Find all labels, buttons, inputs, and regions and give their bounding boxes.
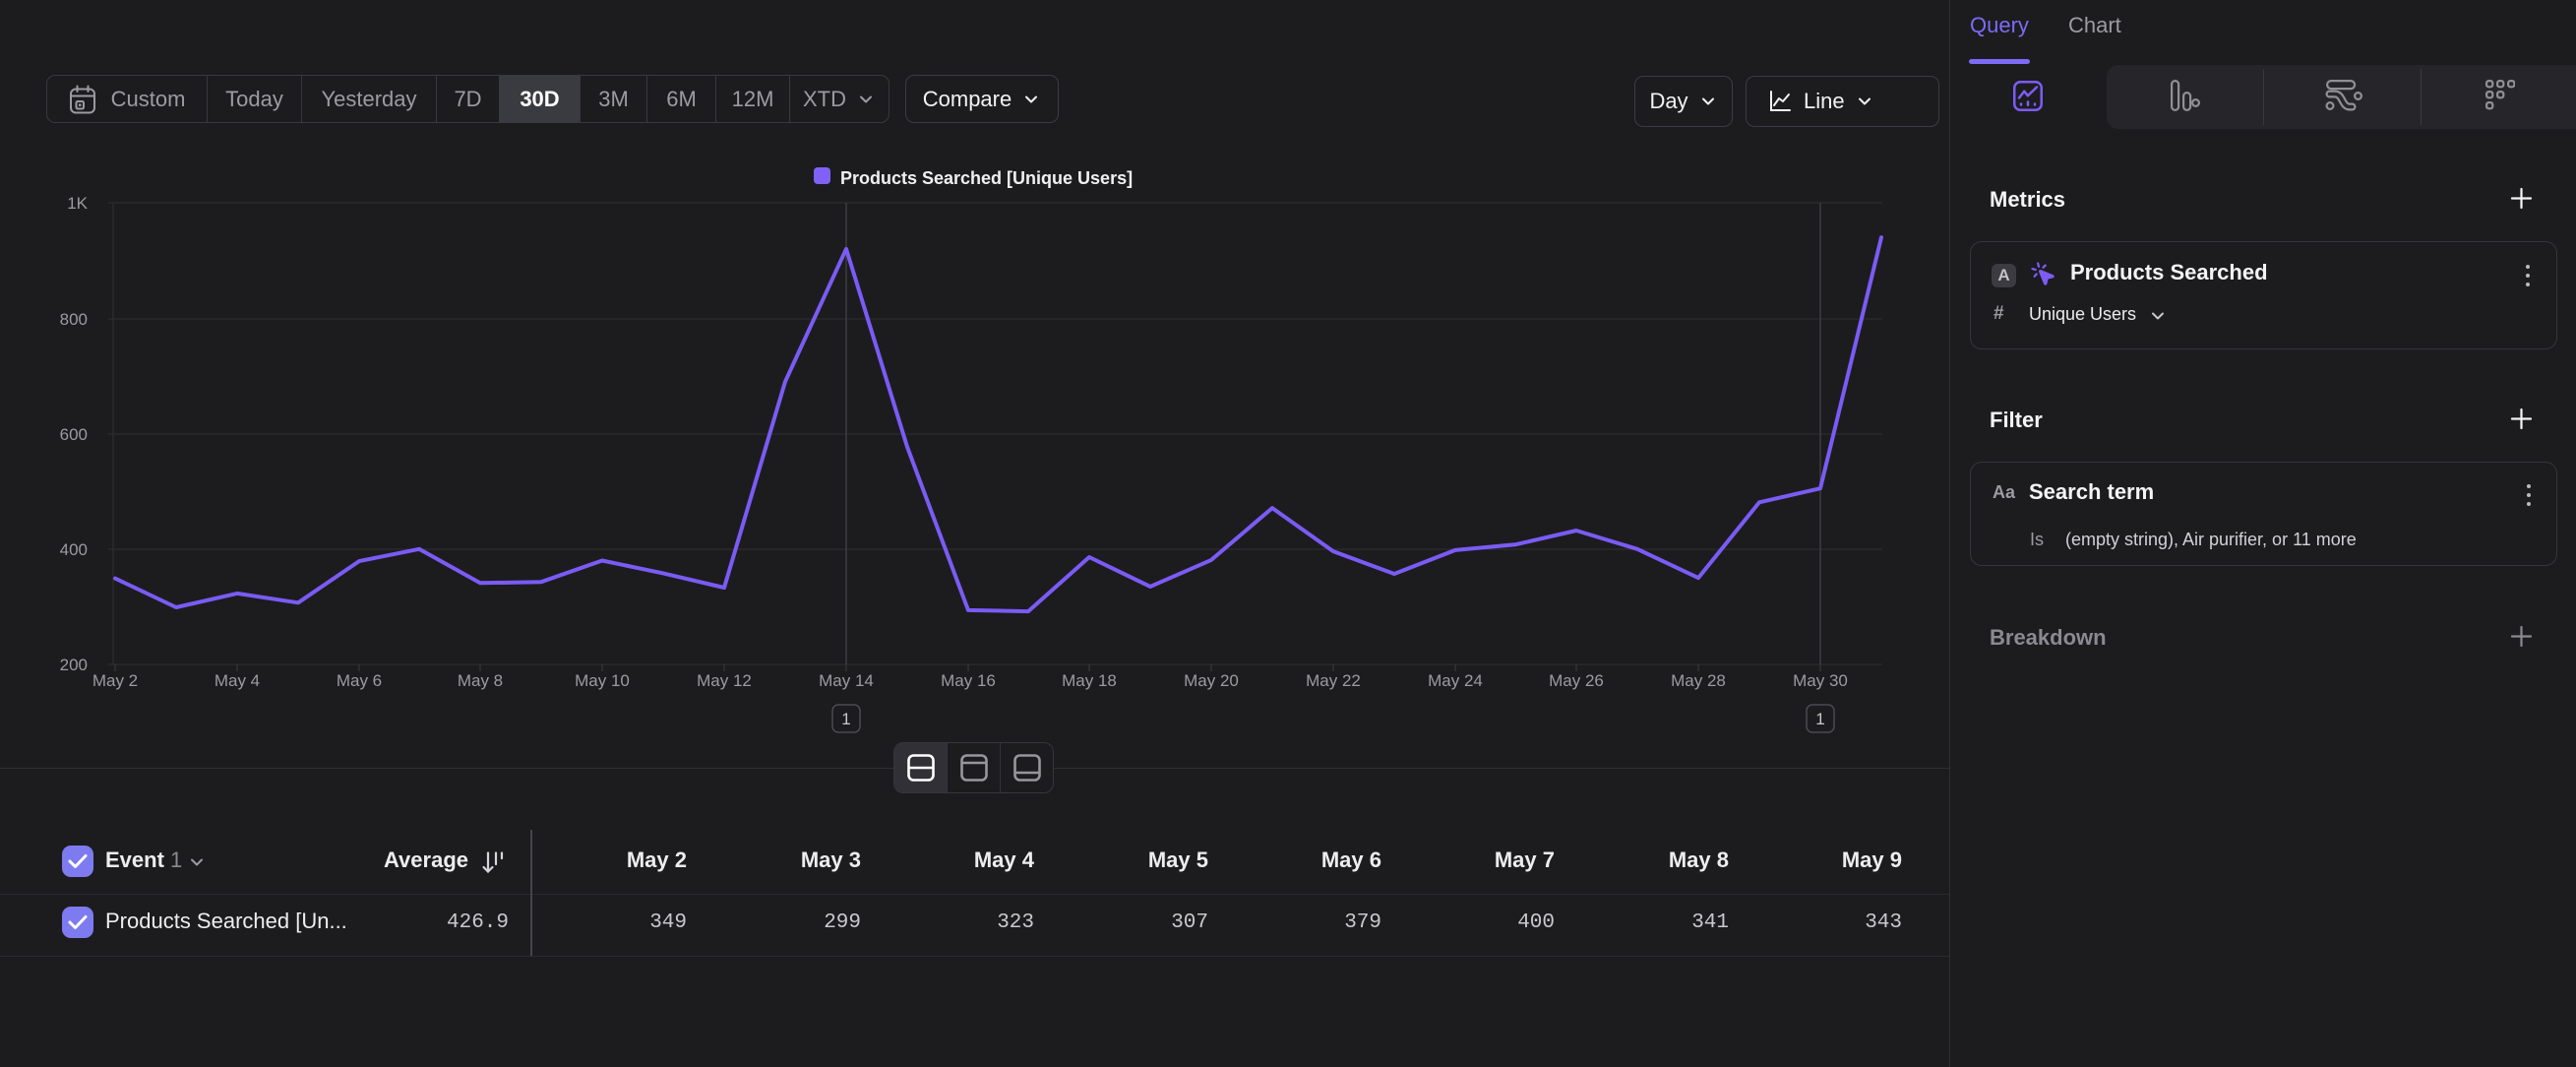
svg-text:1K: 1K xyxy=(67,194,88,213)
svg-text:1: 1 xyxy=(841,710,850,728)
svg-text:1: 1 xyxy=(1815,710,1824,728)
svg-text:May 26: May 26 xyxy=(1549,671,1604,690)
svg-text:May 12: May 12 xyxy=(697,671,752,690)
svg-text:May 16: May 16 xyxy=(941,671,996,690)
svg-text:May 22: May 22 xyxy=(1306,671,1361,690)
svg-text:May 24: May 24 xyxy=(1428,671,1483,690)
svg-text:600: 600 xyxy=(60,425,88,444)
svg-text:May 30: May 30 xyxy=(1793,671,1848,690)
svg-text:800: 800 xyxy=(60,310,88,329)
svg-text:May 6: May 6 xyxy=(337,671,382,690)
svg-text:May 18: May 18 xyxy=(1062,671,1117,690)
svg-text:200: 200 xyxy=(60,656,88,674)
svg-text:May 4: May 4 xyxy=(215,671,260,690)
svg-text:May 28: May 28 xyxy=(1671,671,1726,690)
svg-text:May 2: May 2 xyxy=(92,671,138,690)
svg-text:400: 400 xyxy=(60,540,88,559)
svg-text:Products Searched [Unique User: Products Searched [Unique Users] xyxy=(840,168,1133,188)
svg-text:May 10: May 10 xyxy=(575,671,630,690)
svg-text:May 8: May 8 xyxy=(458,671,503,690)
svg-text:May 14: May 14 xyxy=(819,671,874,690)
svg-text:May 20: May 20 xyxy=(1184,671,1239,690)
